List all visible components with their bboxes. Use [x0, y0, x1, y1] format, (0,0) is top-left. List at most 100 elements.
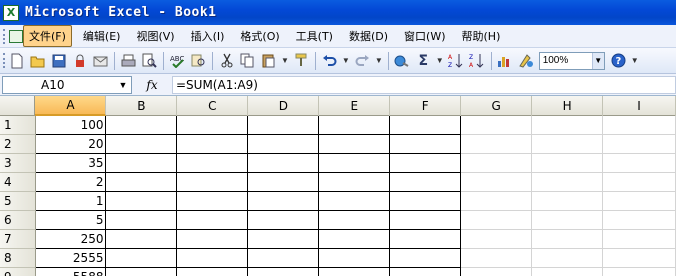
cell-a2[interactable]: 20: [35, 135, 107, 154]
cell-b9[interactable]: [106, 268, 178, 276]
cell-b5[interactable]: [106, 192, 178, 211]
cell-f2[interactable]: [390, 135, 462, 154]
cell-d1[interactable]: [248, 116, 320, 135]
cell-c2[interactable]: [177, 135, 249, 154]
cell-g7[interactable]: [461, 230, 533, 249]
row-header[interactable]: 3: [0, 154, 36, 173]
drawing-icon[interactable]: [517, 51, 536, 70]
cell-h4[interactable]: [532, 173, 604, 192]
cell-d3[interactable]: [248, 154, 320, 173]
name-box[interactable]: A10 ▼: [2, 75, 132, 94]
cell-c5[interactable]: [177, 192, 249, 211]
cell-b2[interactable]: [106, 135, 178, 154]
cell-g2[interactable]: [461, 135, 533, 154]
cell-f1[interactable]: [390, 116, 462, 135]
cell-a6[interactable]: 5: [35, 211, 107, 230]
column-header-i[interactable]: I: [603, 96, 676, 116]
cell-f3[interactable]: [390, 154, 462, 173]
cell-b8[interactable]: [106, 249, 178, 268]
cell-b7[interactable]: [106, 230, 178, 249]
chart-wizard-icon[interactable]: [496, 51, 515, 70]
cell-g4[interactable]: [461, 173, 533, 192]
cell-d6[interactable]: [248, 211, 320, 230]
cell-a1[interactable]: 100: [35, 116, 107, 135]
menu-data[interactable]: 数据(D): [344, 26, 393, 46]
row-header[interactable]: 4: [0, 173, 36, 192]
workbook-icon[interactable]: [9, 29, 23, 43]
cell-c9[interactable]: [177, 268, 249, 276]
cell-e9[interactable]: [319, 268, 391, 276]
cell-h5[interactable]: [532, 192, 604, 211]
cell-b1[interactable]: [106, 116, 178, 135]
column-header-c[interactable]: C: [177, 96, 249, 116]
cell-h9[interactable]: [532, 268, 604, 276]
print-preview-icon[interactable]: [140, 51, 159, 70]
cell-e5[interactable]: [319, 192, 391, 211]
cell-g8[interactable]: [461, 249, 533, 268]
cell-a7[interactable]: 250: [35, 230, 107, 249]
excel-app-icon[interactable]: X: [3, 4, 19, 21]
sort-ascending-icon[interactable]: AZ: [447, 51, 466, 70]
open-icon[interactable]: [28, 51, 47, 70]
row-header[interactable]: 7: [0, 230, 36, 249]
cell-e1[interactable]: [319, 116, 391, 135]
cell-a3[interactable]: 35: [35, 154, 107, 173]
research-icon[interactable]: [189, 51, 208, 70]
cell-a9[interactable]: 5588: [36, 268, 107, 276]
undo-icon[interactable]: [320, 51, 339, 70]
cell-f8[interactable]: [390, 249, 462, 268]
cell-c8[interactable]: [177, 249, 249, 268]
cell-d8[interactable]: [248, 249, 320, 268]
cell-g3[interactable]: [461, 154, 533, 173]
new-icon[interactable]: [7, 51, 26, 70]
cell-g6[interactable]: [461, 211, 533, 230]
cell-i4[interactable]: [603, 173, 676, 192]
cell-b3[interactable]: [106, 154, 178, 173]
paste-icon[interactable]: [259, 51, 278, 70]
menu-tools[interactable]: 工具(T): [291, 26, 338, 46]
menu-edit[interactable]: 编辑(E): [78, 26, 126, 46]
cell-a4[interactable]: 2: [35, 173, 107, 192]
cell-c7[interactable]: [177, 230, 249, 249]
zoom-select[interactable]: 100% ▼: [538, 51, 605, 70]
formula-input[interactable]: =SUM(A1:A9): [172, 75, 676, 94]
cell-c3[interactable]: [177, 154, 249, 173]
cell-d4[interactable]: [248, 173, 320, 192]
save-icon[interactable]: [49, 51, 68, 70]
autosum-dropdown-icon[interactable]: ▼: [436, 56, 444, 65]
cell-e6[interactable]: [319, 211, 391, 230]
column-header-e[interactable]: E: [319, 96, 391, 116]
column-header-f[interactable]: F: [390, 96, 462, 116]
autosum-icon[interactable]: Σ: [414, 51, 433, 70]
cell-i3[interactable]: [603, 154, 676, 173]
row-header[interactable]: 5: [0, 192, 36, 211]
hyperlink-icon[interactable]: [393, 51, 412, 70]
cell-i7[interactable]: [603, 230, 676, 249]
format-painter-icon[interactable]: [292, 51, 311, 70]
cell-d7[interactable]: [248, 230, 320, 249]
menu-format[interactable]: 格式(O): [235, 26, 284, 46]
toolbar-options-icon[interactable]: ▼: [631, 56, 639, 65]
column-header-a[interactable]: A: [35, 96, 107, 116]
menu-help[interactable]: 帮助(H): [457, 26, 506, 46]
redo-icon[interactable]: [353, 51, 372, 70]
menu-view[interactable]: 视图(V): [131, 26, 179, 46]
column-header-d[interactable]: D: [248, 96, 320, 116]
cell-c1[interactable]: [177, 116, 249, 135]
cell-e8[interactable]: [319, 249, 391, 268]
cell-g5[interactable]: [461, 192, 533, 211]
help-icon[interactable]: ?: [609, 51, 628, 70]
row-header[interactable]: 2: [0, 135, 36, 154]
cell-e4[interactable]: [319, 173, 391, 192]
column-header-b[interactable]: B: [106, 96, 178, 116]
cell-i6[interactable]: [603, 211, 676, 230]
cell-f6[interactable]: [390, 211, 462, 230]
cell-a5[interactable]: 1: [35, 192, 107, 211]
mail-icon[interactable]: [91, 51, 110, 70]
menu-file[interactable]: 文件(F): [23, 25, 72, 47]
name-box-dropdown-icon[interactable]: ▼: [116, 80, 130, 90]
cell-i9[interactable]: [603, 268, 676, 276]
cell-b4[interactable]: [106, 173, 178, 192]
column-header-g[interactable]: G: [461, 96, 533, 116]
sort-descending-icon[interactable]: ZA: [468, 51, 487, 70]
